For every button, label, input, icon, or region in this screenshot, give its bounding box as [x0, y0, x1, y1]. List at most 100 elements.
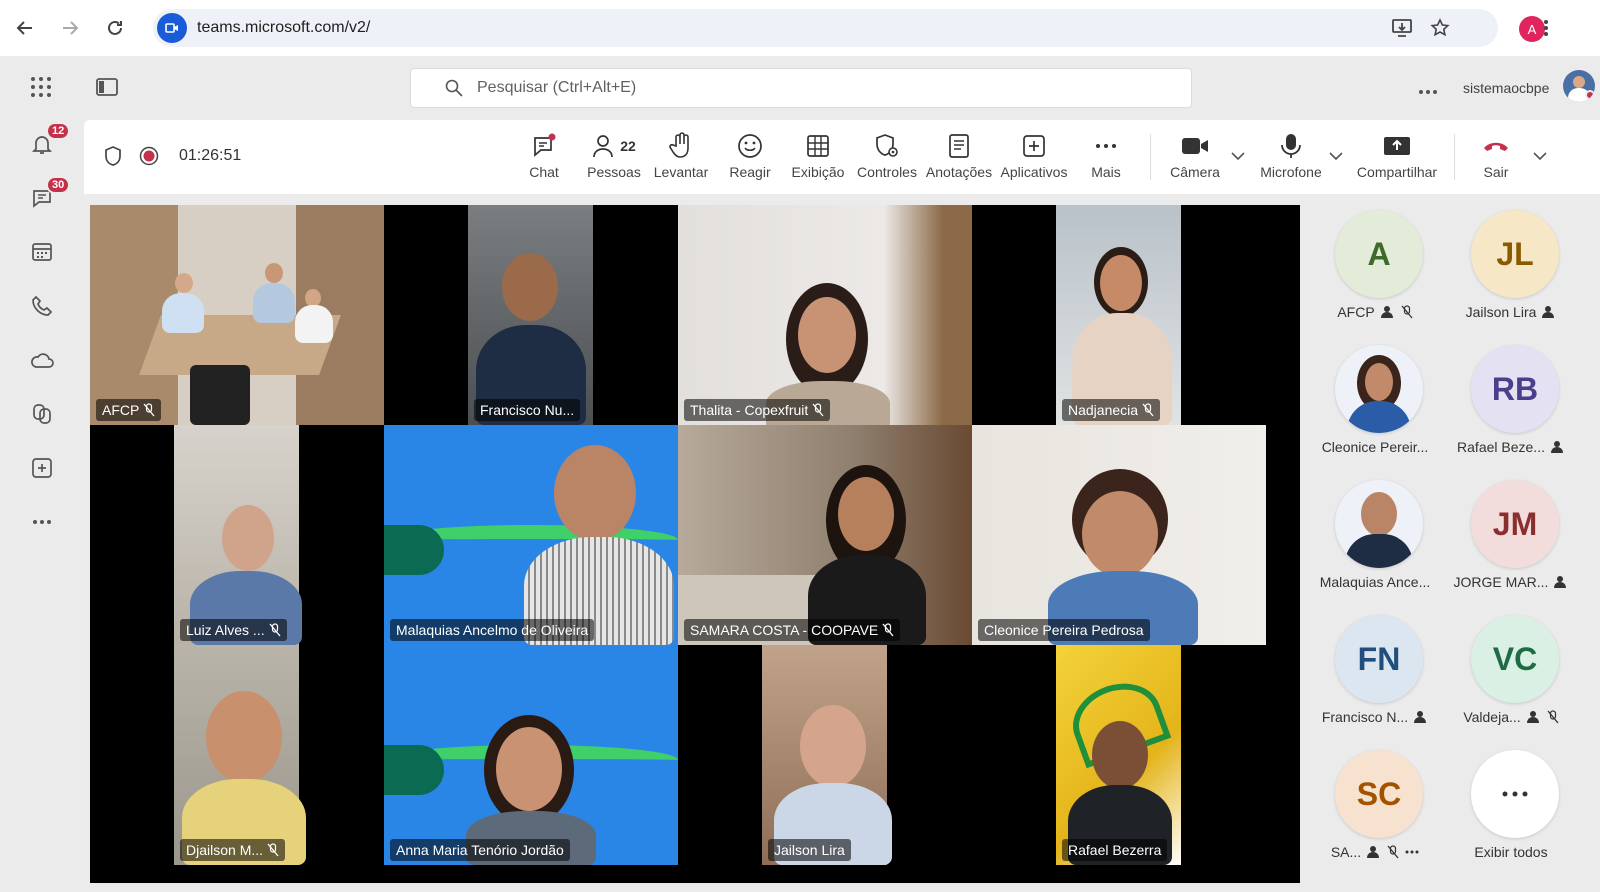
more-button[interactable]: Mais — [1088, 130, 1124, 186]
share-button[interactable]: Compartilhar — [1354, 130, 1440, 186]
video-tile-anna[interactable]: Anna Maria Tenório Jordão — [384, 645, 678, 865]
video-tile-jailson[interactable]: Jailson Lira — [678, 645, 972, 865]
roster-participant[interactable]: Cleonice Pereir... — [1300, 335, 1450, 465]
phone-icon — [32, 295, 53, 316]
attendee-icon — [1526, 711, 1539, 723]
meeting-shield[interactable] — [104, 146, 122, 171]
video-tile-djailson[interactable]: Djailson M... — [90, 645, 384, 865]
video-tile-cleonice[interactable]: Cleonice Pereira Pedrosa — [972, 425, 1266, 645]
video-tile-malaquias[interactable]: Malaquias Ancelmo de Oliveira — [384, 425, 678, 645]
video-tile-luiz[interactable]: Luiz Alves ... — [90, 425, 384, 645]
camera-icon — [1182, 138, 1208, 154]
roster-participant[interactable]: VC Valdeja... — [1436, 605, 1586, 735]
tile-name-tag: Cleonice Pereira Pedrosa — [978, 619, 1150, 641]
reload-button[interactable] — [95, 8, 135, 48]
rail-chat[interactable]: 30 — [22, 176, 71, 218]
install-app-button[interactable] — [1386, 12, 1418, 44]
browser-toolbar: teams.microsoft.com/v2/ A — [0, 0, 1600, 56]
roster-participant[interactable]: A AFCP — [1300, 200, 1450, 330]
chevron-down-icon — [1231, 152, 1245, 160]
account-avatar[interactable] — [1563, 70, 1595, 102]
tile-name-tag: Anna Maria Tenório Jordão — [390, 839, 570, 861]
roster-participant[interactable]: JL Jailson Lira — [1436, 200, 1586, 330]
video-tile-samara[interactable]: SAMARA COSTA - COOPAVE — [678, 425, 972, 645]
roster-participant[interactable]: SC SA... — [1300, 740, 1450, 870]
rail-onedrive[interactable] — [22, 340, 62, 380]
bookmark-button[interactable] — [1424, 12, 1456, 44]
tile-name-tag: Djailson M... — [180, 839, 286, 861]
notes-button[interactable]: Anotações — [926, 130, 992, 186]
account-name[interactable]: sistemaocbpe — [1463, 80, 1549, 96]
rail-calls[interactable] — [22, 286, 62, 326]
microphone-options-button[interactable] — [1326, 146, 1346, 166]
rail-calendar[interactable] — [22, 232, 62, 272]
teams-header: Pesquisar (Ctrl+Alt+E) sistemaocbpe — [0, 56, 1600, 120]
kebab-icon — [1544, 20, 1548, 36]
rail-more[interactable] — [22, 502, 62, 542]
browser-menu-button[interactable] — [1530, 12, 1562, 44]
roster-participant[interactable]: Malaquias Ance... — [1300, 470, 1450, 600]
grid-view-icon — [807, 135, 829, 157]
mic-muted-icon — [143, 403, 155, 417]
people-button[interactable]: 22 Pessoas — [586, 130, 642, 186]
mic-muted-icon — [882, 623, 894, 637]
search-placeholder: Pesquisar (Ctrl+Alt+E) — [477, 79, 637, 96]
address-bar[interactable]: teams.microsoft.com/v2/ — [153, 9, 1498, 47]
camera-options-button[interactable] — [1228, 146, 1248, 166]
attendee-icon — [1367, 846, 1380, 858]
mic-muted-icon — [267, 843, 279, 857]
video-tile-francisco[interactable]: Francisco Nu... — [384, 205, 678, 425]
view-button[interactable]: Exibição — [792, 130, 844, 186]
show-all-participants-button[interactable]: Exibir todos — [1436, 740, 1586, 870]
video-tile-thalita[interactable]: Thalita - Copexfruit — [678, 205, 972, 425]
waffle-icon — [31, 77, 51, 97]
arrow-right-icon — [63, 21, 79, 35]
leave-options-button[interactable] — [1530, 146, 1550, 166]
video-tile-rafael[interactable]: Rafael Bezerra — [972, 645, 1266, 865]
cloud-icon — [31, 353, 54, 368]
tile-name-tag: Luiz Alves ... — [180, 619, 287, 641]
roster-participant[interactable]: RB Rafael Beze... — [1436, 335, 1586, 465]
smiley-icon — [738, 134, 762, 158]
roster-participant[interactable]: JM JORGE MAR... — [1436, 470, 1586, 600]
people-count: 22 — [620, 138, 636, 154]
react-button[interactable]: Reagir — [728, 130, 772, 186]
controls-button[interactable]: Controles — [857, 130, 917, 186]
attendee-icon — [1414, 711, 1427, 723]
roster-participant[interactable]: FN Francisco N... — [1300, 605, 1450, 735]
meeting-timer: 01:26:51 — [179, 147, 242, 164]
app-launcher-button[interactable] — [30, 76, 52, 103]
tile-name-tag: Francisco Nu... — [474, 399, 581, 421]
notes-icon — [949, 134, 969, 158]
avatar: VC — [1471, 615, 1559, 703]
video-gallery: AFCP Francisco Nu... Thalita - Copexfrui… — [90, 205, 1384, 883]
sidebar-icon — [96, 78, 118, 96]
rail-apps[interactable] — [22, 448, 62, 488]
attendee-icon — [1550, 441, 1563, 453]
teams-site-icon — [157, 13, 187, 43]
settings-more-button[interactable] — [1418, 82, 1438, 100]
video-tile-nadjanecia[interactable]: Nadjanecia — [972, 205, 1266, 425]
avatar — [1335, 345, 1423, 433]
shield-gear-icon — [876, 134, 898, 157]
video-tile-afcp[interactable]: AFCP — [90, 205, 384, 425]
tile-name-tag: AFCP — [96, 399, 162, 421]
apps-button[interactable]: Aplicativos — [1000, 130, 1068, 186]
camera-button[interactable]: Câmera — [1170, 130, 1220, 186]
ellipsis-icon — [33, 520, 51, 524]
activity-badge: 12 — [46, 122, 71, 140]
microphone-button[interactable]: Microfone — [1256, 130, 1326, 186]
leave-button[interactable]: Sair — [1476, 130, 1516, 186]
search-input[interactable]: Pesquisar (Ctrl+Alt+E) — [410, 68, 1192, 108]
chat-button[interactable]: Chat — [524, 130, 564, 186]
hang-up-icon — [1484, 142, 1508, 151]
chevron-down-icon — [1533, 152, 1547, 160]
rail-activity[interactable]: 12 — [22, 122, 71, 164]
forward-button[interactable] — [50, 8, 90, 48]
microphone-icon — [1281, 134, 1301, 158]
ellipsis-icon — [1419, 90, 1437, 94]
back-button[interactable] — [5, 8, 45, 48]
toggle-sidebar-button[interactable] — [96, 78, 118, 101]
raise-hand-button[interactable]: Levantar — [654, 130, 708, 186]
rail-copilot[interactable] — [22, 394, 62, 434]
